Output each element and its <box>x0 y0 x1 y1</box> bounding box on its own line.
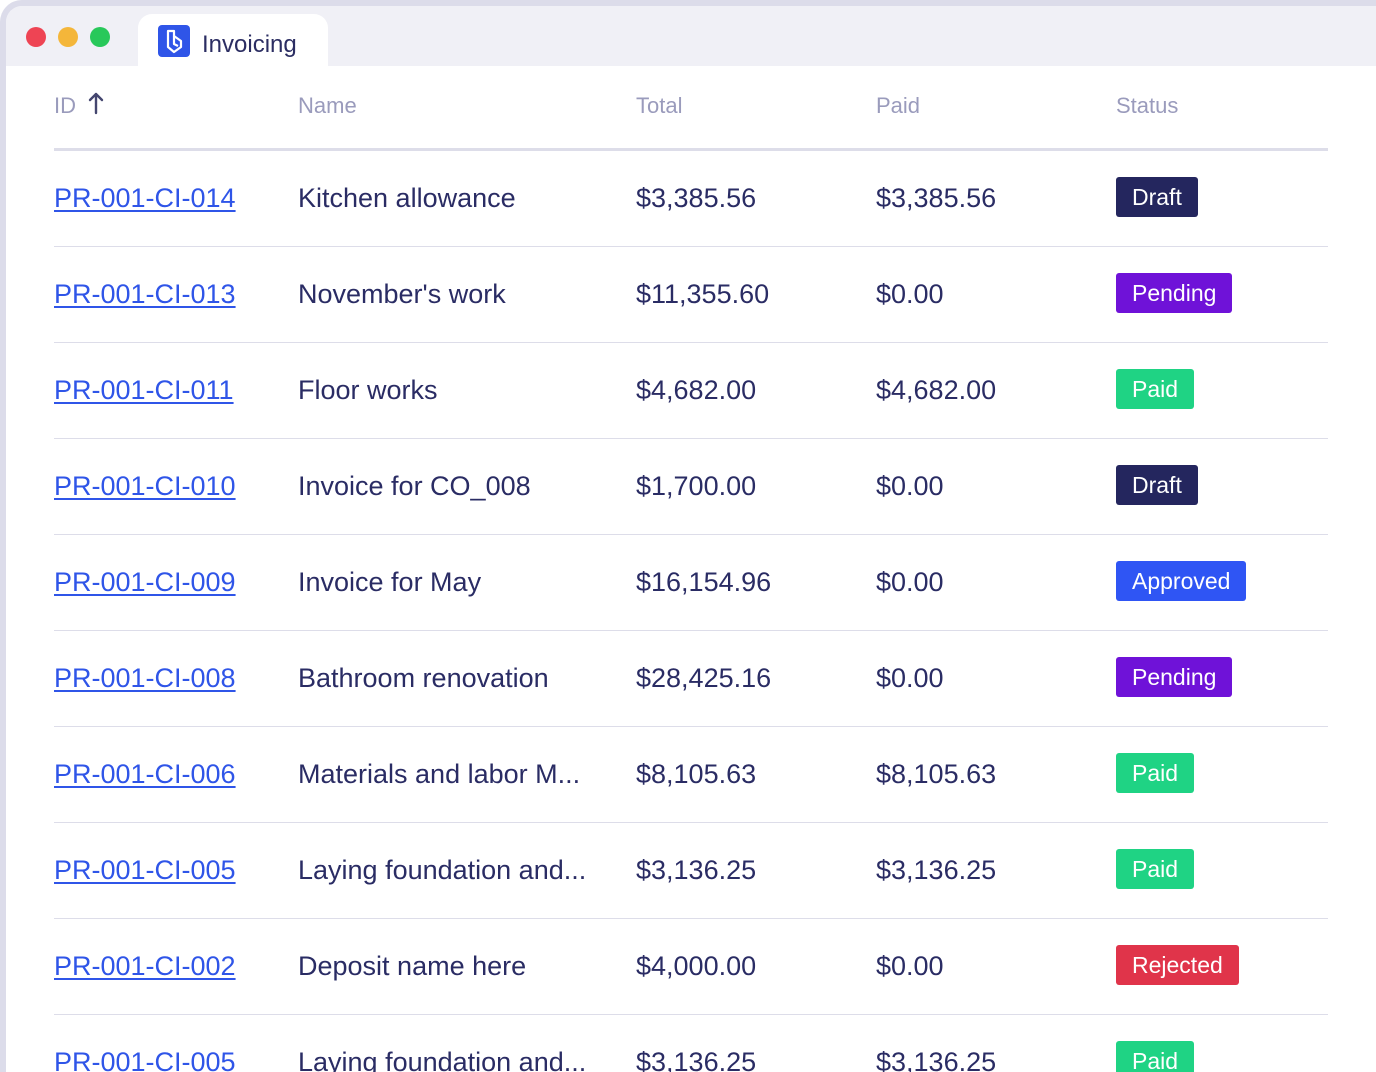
column-header-total[interactable]: Total <box>636 93 682 119</box>
status-badge: Pending <box>1116 273 1233 313</box>
status-badge: Approved <box>1116 561 1247 601</box>
app-window: Invoicing ID Name Total Paid Status PR-0… <box>0 0 1376 1072</box>
column-header-name[interactable]: Name <box>298 93 357 119</box>
invoice-paid: $3,136.25 <box>876 855 997 885</box>
arrow-up-icon[interactable] <box>88 91 104 121</box>
status-badge: Paid <box>1116 369 1195 409</box>
invoice-id-link[interactable]: PR-001-CI-009 <box>54 567 236 598</box>
invoice-id-link[interactable]: PR-001-CI-011 <box>54 375 234 406</box>
status-badge: Paid <box>1116 753 1195 793</box>
tab-invoicing[interactable]: Invoicing <box>138 14 328 66</box>
status-badge: Draft <box>1116 465 1198 505</box>
invoice-id-link[interactable]: PR-001-CI-010 <box>54 471 236 502</box>
table-row[interactable]: PR-001-CI-013 November's work $11,355.60 $0… <box>54 247 1328 343</box>
invoice-total: $3,136.25 <box>636 855 757 885</box>
table-row[interactable]: PR-001-CI-006 Materials and labor M... $8,… <box>54 727 1328 823</box>
invoice-id-link[interactable]: PR-001-CI-005 <box>54 1047 236 1072</box>
invoice-name: Floor works <box>298 375 438 405</box>
invoice-name: November's work <box>298 279 506 309</box>
app-logo-icon <box>158 25 190 57</box>
table-header: ID Name Total Paid Status <box>54 66 1328 148</box>
column-header-id-label: ID <box>54 93 76 118</box>
invoice-name: Bathroom renovation <box>298 663 549 693</box>
table-row[interactable]: PR-001-CI-005 Laying foundation and... $3,… <box>54 823 1328 919</box>
invoice-paid: $0.00 <box>876 663 944 693</box>
status-badge: Draft <box>1116 177 1198 217</box>
status-badge: Rejected <box>1116 945 1239 985</box>
table-row[interactable]: PR-001-CI-005 Laying foundation and... $3,… <box>54 1015 1328 1072</box>
invoice-name: Invoice for CO_008 <box>298 471 531 501</box>
invoice-table: ID Name Total Paid Status PR-001-CI-014 K… <box>6 66 1376 1072</box>
invoice-total: $11,355.60 <box>636 279 770 309</box>
invoice-paid: $0.00 <box>876 471 944 501</box>
invoice-total: $28,425.16 <box>636 663 772 693</box>
table-row[interactable]: PR-001-CI-014 Kitchen allowance $3,385.56 $… <box>54 151 1328 247</box>
invoice-name: Laying foundation and... <box>298 855 587 885</box>
table-row[interactable]: PR-001-CI-009 Invoice for May $16,154.96 $0… <box>54 535 1328 631</box>
invoice-paid: $0.00 <box>876 567 944 597</box>
invoice-total: $1,700.00 <box>636 471 757 501</box>
table-row[interactable]: PR-001-CI-002 Deposit name here $4,000.00 $… <box>54 919 1328 1015</box>
status-badge: Paid <box>1116 1041 1195 1072</box>
invoice-id-link[interactable]: PR-001-CI-006 <box>54 759 236 790</box>
status-badge: Pending <box>1116 657 1233 697</box>
invoice-name: Kitchen allowance <box>298 183 516 213</box>
invoice-paid: $8,105.63 <box>876 759 997 789</box>
invoice-id-link[interactable]: PR-001-CI-002 <box>54 951 236 982</box>
invoice-name: Materials and labor M... <box>298 759 581 789</box>
invoice-total: $4,000.00 <box>636 951 757 981</box>
invoice-id-link[interactable]: PR-001-CI-005 <box>54 855 236 886</box>
status-badge: Paid <box>1116 849 1195 889</box>
table-row[interactable]: PR-001-CI-011 Floor works $4,682.00 $4,682.… <box>54 343 1328 439</box>
invoice-total: $3,136.25 <box>636 1047 757 1072</box>
invoice-id-link[interactable]: PR-001-CI-008 <box>54 663 236 694</box>
invoice-name: Invoice for May <box>298 567 482 597</box>
minimize-window-button[interactable] <box>58 27 78 47</box>
table-row[interactable]: PR-001-CI-010 Invoice for CO_008 $1,700.00… <box>54 439 1328 535</box>
invoice-id-link[interactable]: PR-001-CI-013 <box>54 279 236 310</box>
column-header-paid[interactable]: Paid <box>876 93 920 119</box>
invoice-name: Laying foundation and... <box>298 1047 587 1072</box>
column-header-id[interactable]: ID <box>54 91 104 121</box>
title-bar: Invoicing <box>6 6 1376 66</box>
invoice-paid: $4,682.00 <box>876 375 997 405</box>
invoice-id-link[interactable]: PR-001-CI-014 <box>54 183 236 214</box>
invoice-paid: $0.00 <box>876 951 944 981</box>
invoice-total: $3,385.56 <box>636 183 757 213</box>
invoice-paid: $3,385.56 <box>876 183 997 213</box>
invoice-total: $16,154.96 <box>636 567 772 597</box>
invoice-name: Deposit name here <box>298 951 527 981</box>
maximize-window-button[interactable] <box>90 27 110 47</box>
tab-title: Invoicing <box>202 31 297 58</box>
invoice-paid: $3,136.25 <box>876 1047 997 1072</box>
invoice-total: $4,682.00 <box>636 375 757 405</box>
column-header-status[interactable]: Status <box>1116 93 1178 119</box>
close-window-button[interactable] <box>26 27 46 47</box>
invoice-total: $8,105.63 <box>636 759 757 789</box>
invoice-paid: $0.00 <box>876 279 944 309</box>
table-row[interactable]: PR-001-CI-008 Bathroom renovation $28,425.… <box>54 631 1328 727</box>
